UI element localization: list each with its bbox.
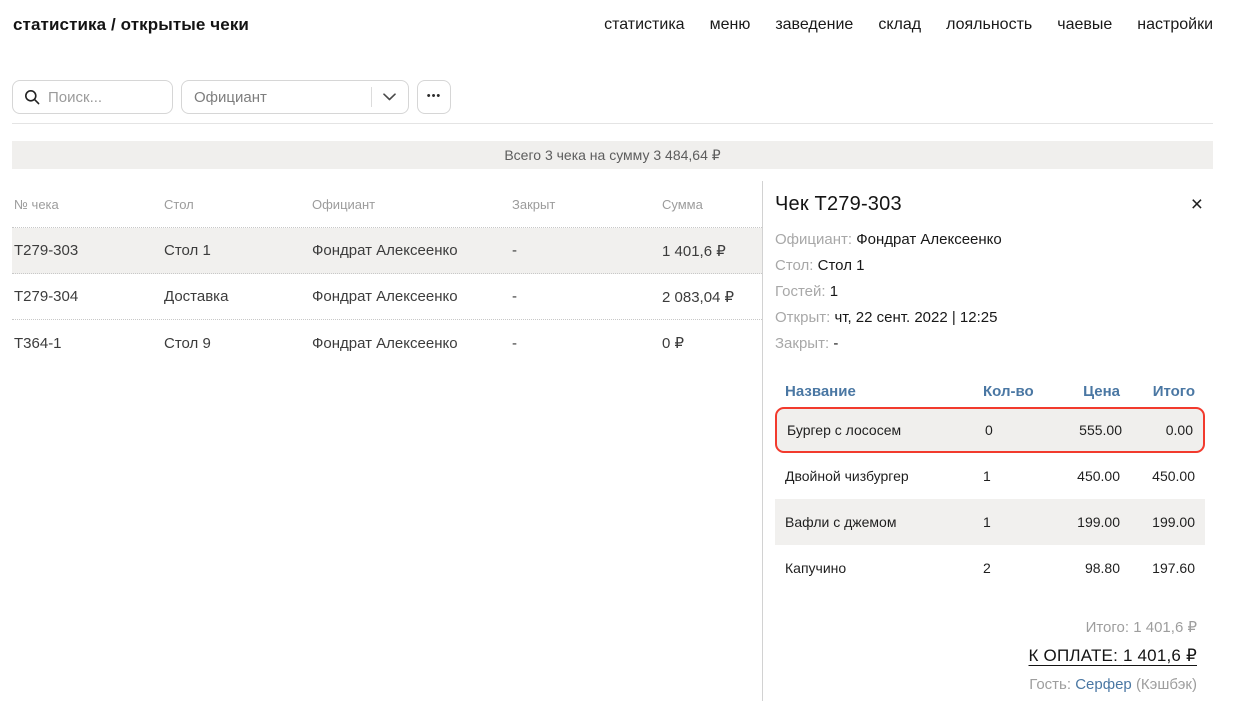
nav-tips[interactable]: чаевые	[1057, 16, 1112, 34]
check-details: Официант: Фондрат Алексеенко Стол: Стол …	[775, 227, 1205, 357]
item-total: 0.00	[1122, 422, 1193, 438]
amount-due: К ОПЛАТЕ: 1 401,6 ₽	[775, 641, 1197, 671]
subtotal: Итого: 1 401,6 ₽	[775, 615, 1197, 641]
search-input[interactable]	[48, 89, 162, 106]
item-price: 555.00	[1037, 422, 1122, 438]
table-row[interactable]: T279-304 Доставка Фондрат Алексеенко - 2…	[12, 274, 762, 320]
table-cell: Стол 1	[164, 242, 312, 259]
item-total: 450.00	[1120, 468, 1195, 484]
panel-header: Чек T279-303 ×	[775, 193, 1205, 216]
item-qty: 0	[985, 422, 1037, 438]
panel-title: Чек T279-303	[775, 193, 902, 216]
detail-table: Стол: Стол 1	[775, 253, 1205, 279]
item-price: 450.00	[1035, 468, 1120, 484]
table-row[interactable]: T279-303 Стол 1 Фондрат Алексеенко - 1 4…	[12, 228, 762, 274]
list-item[interactable]: Двойной чизбургер 1 450.00 450.00	[775, 453, 1205, 499]
main-nav: статистика меню заведение склад лояльнос…	[604, 16, 1213, 34]
more-filters-button[interactable]: •••	[417, 80, 451, 114]
item-name: Бургер с лососем	[787, 422, 985, 438]
item-qty: 1	[983, 468, 1035, 484]
item-name: Капучино	[785, 560, 983, 576]
col-header-sum: Сумма	[662, 197, 762, 212]
nav-venue[interactable]: заведение	[775, 16, 853, 34]
main-content: № чека Стол Официант Закрыт Сумма T279-3…	[0, 181, 1254, 701]
check-items-table: Название Кол-во Цена Итого Бургер с лосо…	[775, 375, 1205, 591]
search-icon	[24, 89, 40, 105]
close-icon[interactable]: ×	[1189, 194, 1205, 215]
nav-settings[interactable]: настройки	[1137, 16, 1213, 34]
detail-closed: Закрыт: -	[775, 331, 1205, 357]
detail-waiter: Официант: Фондрат Алексеенко	[775, 227, 1205, 253]
item-price: 98.80	[1035, 560, 1120, 576]
col-header-price: Цена	[1035, 383, 1120, 400]
col-header-check-number: № чека	[14, 197, 164, 212]
col-header-total: Итого	[1120, 383, 1195, 400]
item-name: Двойной чизбургер	[785, 468, 983, 484]
ellipsis-icon: •••	[427, 90, 442, 102]
breadcrumb: статистика / открытые чеки	[13, 15, 249, 35]
item-total: 197.60	[1120, 560, 1195, 576]
col-header-closed: Закрыт	[512, 197, 662, 212]
items-table-header: Название Кол-во Цена Итого	[775, 375, 1205, 407]
col-header-table: Стол	[164, 197, 312, 212]
nav-warehouse[interactable]: склад	[878, 16, 921, 34]
closed-cell: -	[512, 335, 662, 352]
col-header-qty: Кол-во	[983, 383, 1035, 400]
item-price: 199.00	[1035, 514, 1120, 530]
check-detail-panel: Чек T279-303 × Официант: Фондрат Алексее…	[762, 181, 1254, 701]
nav-menu[interactable]: меню	[710, 16, 751, 34]
waiter-cell: Фондрат Алексеенко	[312, 288, 512, 305]
detail-opened: Открыт: чт, 22 сент. 2022 | 12:25	[775, 305, 1205, 331]
topbar: статистика / открытые чеки статистика ме…	[0, 0, 1254, 35]
chevron-down-icon	[383, 93, 396, 101]
item-total: 199.00	[1120, 514, 1195, 530]
col-header-name: Название	[785, 383, 983, 400]
check-number-cell: T364-1	[14, 335, 164, 352]
item-qty: 2	[983, 560, 1035, 576]
select-divider	[371, 87, 372, 107]
search-box[interactable]	[12, 80, 173, 114]
nav-loyalty[interactable]: лояльность	[946, 16, 1032, 34]
table-cell: Стол 9	[164, 335, 312, 352]
filters-toolbar: Официант •••	[12, 80, 1213, 114]
summary-bar: Всего 3 чека на сумму 3 484,64 ₽	[12, 141, 1213, 169]
sum-cell: 0 ₽	[662, 334, 762, 352]
check-number-cell: T279-304	[14, 288, 164, 305]
check-totals: Итого: 1 401,6 ₽ К ОПЛАТЕ: 1 401,6 ₽ Гос…	[775, 615, 1205, 698]
list-item[interactable]: Капучино 2 98.80 197.60	[775, 545, 1205, 591]
list-item[interactable]: Вафли с джемом 1 199.00 199.00	[775, 499, 1205, 545]
list-item[interactable]: Бургер с лососем 0 555.00 0.00	[775, 407, 1205, 453]
summary-text: Всего 3 чека на сумму 3 484,64 ₽	[504, 147, 720, 164]
checks-table: № чека Стол Официант Закрыт Сумма T279-3…	[12, 181, 762, 701]
col-header-waiter: Официант	[312, 197, 512, 212]
guest-info: Гость: Серфер (Кэшбэк)	[775, 671, 1197, 698]
waiter-filter-label: Официант	[194, 89, 371, 106]
item-name: Вафли с джемом	[785, 514, 983, 530]
item-qty: 1	[983, 514, 1035, 530]
check-number-cell: T279-303	[14, 242, 164, 259]
detail-guests: Гостей: 1	[775, 279, 1205, 305]
checks-table-header: № чека Стол Официант Закрыт Сумма	[12, 181, 762, 228]
toolbar-divider	[12, 123, 1213, 124]
sum-cell: 1 401,6 ₽	[662, 242, 762, 260]
waiter-filter-select[interactable]: Официант	[181, 80, 409, 114]
table-cell: Доставка	[164, 288, 312, 305]
sum-cell: 2 083,04 ₽	[662, 288, 762, 306]
waiter-cell: Фондрат Алексеенко	[312, 242, 512, 259]
table-row[interactable]: T364-1 Стол 9 Фондрат Алексеенко - 0 ₽	[12, 320, 762, 366]
closed-cell: -	[512, 288, 662, 305]
closed-cell: -	[512, 242, 662, 259]
nav-statistics[interactable]: статистика	[604, 16, 684, 34]
guest-link[interactable]: Серфер	[1075, 676, 1132, 693]
waiter-cell: Фондрат Алексеенко	[312, 335, 512, 352]
